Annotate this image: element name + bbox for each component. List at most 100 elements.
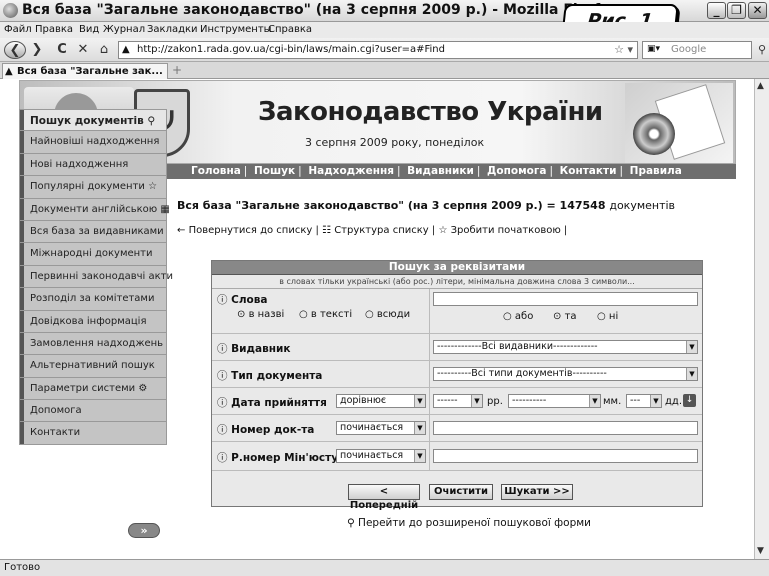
calendar-down-icon[interactable]: ↓ [683,394,696,407]
sidebar-item-help[interactable]: Допомога [19,400,167,423]
menu-file[interactable]: Файл [4,24,32,35]
advanced-search-link[interactable]: ⚲ Перейти до розширеної пошукової форми [347,517,591,529]
sidebar-item-committees[interactable]: Розподіл за комітетами [19,288,167,311]
sidebar-item-orders[interactable]: Замовлення надходжень [19,332,167,356]
menu-help[interactable]: Справка [268,24,312,35]
action-links: ← Повернутися до списку | ☷ Структура сп… [177,225,568,236]
menu-history[interactable]: Журнал [103,24,145,35]
topnav-home[interactable]: Головна [191,165,241,177]
chevron-down-icon: ▼ [686,368,697,380]
url-bar[interactable]: ▲ http://zakon1.rada.gov.ua/cgi-bin/laws… [118,41,638,59]
number-input[interactable] [433,421,698,435]
publisher-select[interactable]: -------------Всі видавники------------- ▼ [433,340,698,354]
form-title: Пошук за реквізитами [212,261,702,275]
document-count: = 147548 [546,199,606,212]
topnav-contacts[interactable]: Контакти [560,165,617,177]
url-text: http://zakon1.rada.gov.ua/cgi-bin/laws/m… [137,44,445,55]
topnav-search[interactable]: Пошук [254,165,295,177]
scroll-down-icon[interactable]: ▼ [757,546,764,556]
scope-title-radio[interactable]: ⊙ в назві [237,309,284,320]
form-subtitle: в словах тільки українські (або рос.) лі… [212,275,702,289]
month-suffix: мм. [603,396,622,407]
sidebar-item-by-publishers[interactable]: Вся база за видавниками [19,220,167,244]
cd-icon [633,113,675,155]
scope-text-radio[interactable]: ○ в тексті [299,309,352,320]
doctype-select[interactable]: ----------Всі типи документів---------- ▼ [433,367,698,381]
minjust-input[interactable] [433,449,698,463]
maximize-button[interactable]: ❐ [727,2,746,19]
number-row: ⓘ Номер док-та починається ▼ [212,415,702,442]
scope-all-radio[interactable]: ○ всюди [365,309,410,320]
gear-icon: ⚙ [138,382,148,394]
info-icon: ⓘ [217,424,228,436]
flag-icon: ▦ [160,203,170,215]
tab-active[interactable]: ▲ Вся база "Загальне зак... [2,63,168,79]
logic-and-radio[interactable]: ⊙ та [553,311,577,322]
menu-view[interactable]: Вид [79,24,99,35]
words-input[interactable] [433,292,698,306]
sidebar-item-new[interactable]: Нові надходження [19,153,167,177]
search-icon[interactable]: ⚲ [756,41,768,59]
firefox-icon [3,3,18,18]
menu-bookmarks[interactable]: Закладки [147,24,198,35]
minjust-operator-select[interactable]: починається ▼ [336,449,426,463]
structure-icon: ☷ [322,225,331,236]
sidebar-item-popular[interactable]: Популярні документи ☆ [19,176,167,199]
sidebar-more-button[interactable]: » [128,523,160,538]
scroll-up-icon[interactable]: ▲ [757,81,764,91]
make-homepage-link[interactable]: Зробити початковою [451,225,561,236]
navigation-toolbar: ❮ ❯ C ✕ ⌂ ▲ http://zakon1.rada.gov.ua/cg… [0,38,769,62]
sidebar-item-international[interactable]: Міжнародні документи [19,243,167,266]
logic-not-radio[interactable]: ○ ні [597,311,618,322]
sidebar-item-alt-search[interactable]: Альтернативний пошук [19,355,167,378]
sidebar-item-search[interactable]: Пошук документів ⚲ [19,109,167,132]
search-bar[interactable]: ▣▾ Google [642,41,752,59]
list-structure-link[interactable]: Структура списку [334,225,429,236]
topnav-publishers[interactable]: Видавники [407,165,474,177]
number-operator-select[interactable]: починається ▼ [336,421,426,435]
day-select[interactable]: --- ▼ [626,394,662,408]
sidebar-item-contacts[interactable]: Контакти [19,422,167,445]
clear-button[interactable]: Очистити [429,484,493,500]
date-operator-select[interactable]: дорівнює ▼ [336,394,426,408]
forward-button[interactable]: ❯ [30,41,44,59]
search-button[interactable]: Шукати >> [501,484,573,500]
search-icon: ⚲ [147,115,156,127]
sidebar-item-primary-acts[interactable]: Первинні законодавчі акти [19,265,173,289]
chevron-down-icon: ▼ [414,422,425,434]
status-text: Готово [4,562,41,573]
info-icon: ⓘ [217,370,228,382]
year-select[interactable]: ------ ▼ [433,394,483,408]
sidebar-item-settings[interactable]: Параметри системи ⚙ [19,377,167,401]
minimize-button[interactable]: _ [707,2,726,19]
window-title: Вся база "Загальне законодавство" (на 3 … [22,2,619,18]
site-title: Законодавство України [258,97,603,127]
chevron-down-icon: ▼ [686,341,697,353]
arrow-left-icon: ← [177,225,186,236]
chevron-down-icon: ▼ [414,395,425,407]
date-row: ⓘ Дата прийняття дорівнює ▼ ------ ▼ рр. -… [212,388,702,415]
topnav-arrivals[interactable]: Надходження [308,165,394,177]
menu-tools[interactable]: Инструменты [200,24,272,35]
back-button[interactable]: ❮ [4,41,26,59]
stop-button[interactable]: ✕ [76,41,90,59]
year-suffix: рр. [487,396,503,407]
logic-or-radio[interactable]: ○ або [503,311,533,322]
sidebar-item-english[interactable]: Документи англійською ▦ [19,198,170,221]
sidebar-item-reference[interactable]: Довідкова інформація [19,310,167,333]
vertical-scrollbar[interactable]: ▲ ▼ [754,79,769,559]
home-button[interactable]: ⌂ [97,41,111,59]
month-select[interactable]: ---------- ▼ [508,394,601,408]
close-button[interactable]: ✕ [748,2,767,19]
bookmark-star-icon[interactable]: ☆ ▾ [614,43,633,56]
new-tab-button[interactable]: + [172,63,182,77]
back-to-list-link[interactable]: Повернутися до списку [189,225,313,236]
topnav-rules[interactable]: Правила [630,165,682,177]
topnav-help[interactable]: Допомога [487,165,546,177]
sidebar-item-latest[interactable]: Найновіші надходження [19,131,167,154]
page-icon: ▲ [122,44,130,55]
menu-edit[interactable]: Правка [35,24,73,35]
reload-button[interactable]: C [55,41,69,59]
google-icon: ▣▾ [647,44,661,54]
previous-button[interactable]: < Попередній [348,484,420,511]
